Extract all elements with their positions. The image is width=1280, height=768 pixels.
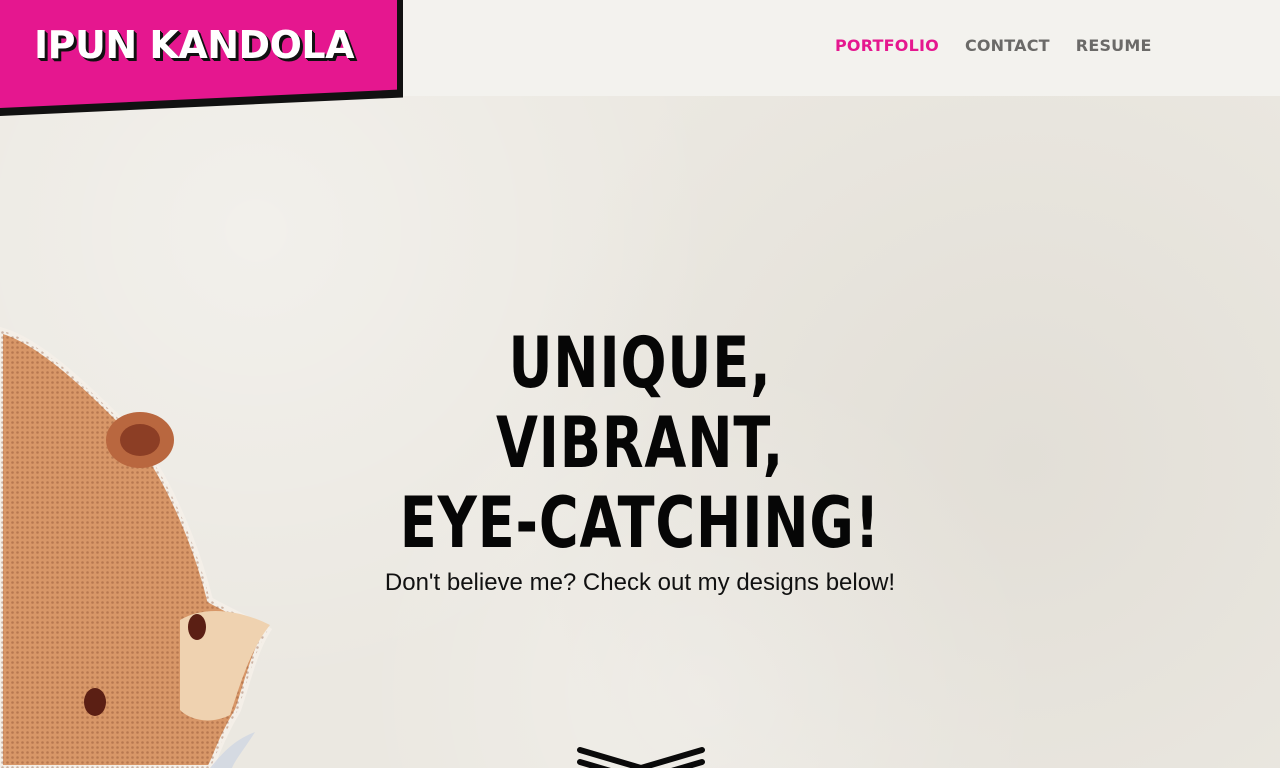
hero-subtitle: Don't believe me? Check out my designs b… bbox=[384, 569, 896, 596]
nav-resume[interactable]: RESUME bbox=[1076, 36, 1152, 56]
nav-contact[interactable]: CONTACT bbox=[965, 36, 1050, 56]
logo-text[interactable]: IPUN KANDOLA bbox=[34, 20, 355, 70]
hero-line: EYE-CATCHING! bbox=[399, 481, 881, 564]
hero-line: VIBRANT, bbox=[495, 401, 785, 484]
chevron-down-icon[interactable] bbox=[574, 744, 708, 768]
nav-portfolio[interactable]: PORTFOLIO bbox=[835, 36, 939, 56]
hamster-illustration bbox=[0, 326, 273, 768]
hero-title: UNIQUE, VIBRANT, EYE-CATCHING! bbox=[382, 323, 898, 563]
hero-line: UNIQUE, bbox=[508, 321, 772, 404]
main-nav: PORTFOLIO CONTACT RESUME bbox=[835, 36, 1152, 56]
